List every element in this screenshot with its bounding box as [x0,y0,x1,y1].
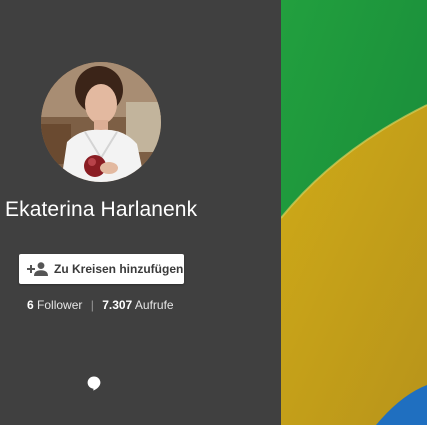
views-count: 7.307 [102,298,133,312]
views-label: Aufrufe [134,298,174,312]
stats-separator: | [90,298,94,312]
profile-avatar[interactable] [41,62,161,182]
profile-stats: 6 Follower | 7.307 Aufrufe [27,298,174,312]
add-to-circles-label: Zu Kreisen hinzufügen [54,262,184,276]
profile-sidebar: Ekaterina Harlanenk Zu Kreisen hinzufüge… [0,0,281,425]
profile-photo [41,62,161,182]
followers-label[interactable]: Follower [37,298,82,312]
hangouts-icon[interactable] [87,376,101,391]
cover-photo [281,0,427,425]
profile-name: Ekaterina Harlanenk [5,198,198,221]
followers-count: 6 [27,298,34,312]
add-person-icon [27,261,49,277]
add-to-circles-button[interactable]: Zu Kreisen hinzufügen [19,254,184,284]
